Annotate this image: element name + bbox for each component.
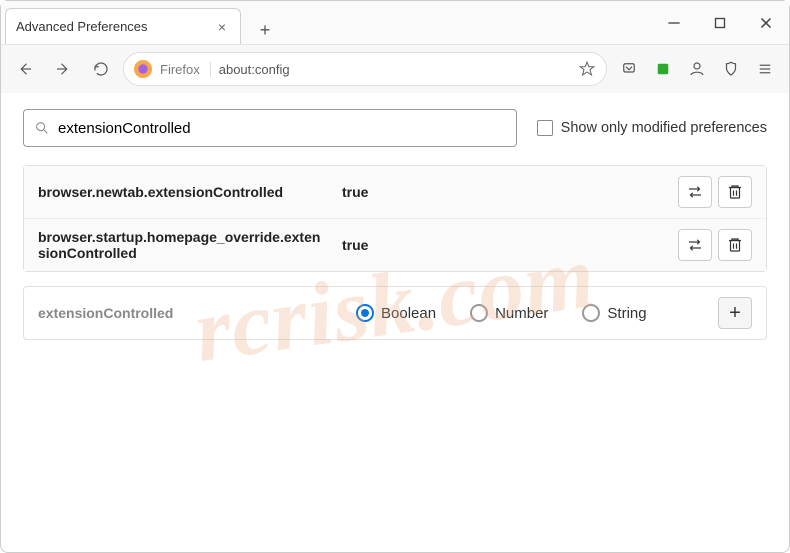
app-menu-button[interactable]	[749, 53, 781, 85]
search-input-wrapper	[23, 109, 517, 147]
radio-icon	[582, 304, 600, 322]
reload-icon	[92, 60, 110, 78]
checkbox-label: Show only modified preferences	[561, 120, 767, 136]
close-window-button[interactable]	[743, 1, 789, 44]
delete-button[interactable]	[718, 176, 752, 208]
minimize-icon	[665, 14, 683, 32]
swap-icon	[686, 236, 704, 254]
toggle-button[interactable]	[678, 176, 712, 208]
pocket-button[interactable]	[613, 53, 645, 85]
back-button[interactable]	[9, 53, 41, 85]
pref-row: browser.startup.homepage_override.extens…	[24, 218, 766, 271]
pocket-icon	[620, 60, 638, 78]
tab-title: Advanced Preferences	[16, 19, 148, 34]
hamburger-icon	[756, 60, 774, 78]
search-icon	[34, 120, 50, 136]
reload-button[interactable]	[85, 53, 117, 85]
account-icon	[688, 60, 706, 78]
minimize-window-button[interactable]	[651, 1, 697, 44]
trash-icon	[726, 236, 744, 254]
search-input[interactable]	[58, 120, 506, 137]
close-tab-icon[interactable]: ×	[214, 19, 230, 35]
swap-icon	[686, 183, 704, 201]
urlbar-address: about:config	[219, 62, 290, 77]
arrow-left-icon	[16, 60, 34, 78]
pref-name: browser.newtab.extensionControlled	[38, 184, 328, 200]
show-modified-checkbox[interactable]: Show only modified preferences	[537, 120, 767, 136]
urlbar[interactable]: Firefox about:config	[123, 52, 607, 86]
type-radio-string[interactable]: String	[582, 304, 646, 322]
add-pref-button[interactable]: +	[718, 297, 752, 329]
shield-button[interactable]	[715, 53, 747, 85]
extension-button[interactable]	[647, 53, 679, 85]
browser-tab[interactable]: Advanced Preferences ×	[5, 8, 241, 44]
maximize-icon	[711, 14, 729, 32]
puzzle-icon	[654, 60, 672, 78]
results-list: browser.newtab.extensionControlled true …	[23, 165, 767, 272]
trash-icon	[726, 183, 744, 201]
checkbox-icon	[537, 120, 553, 136]
radio-icon	[356, 304, 374, 322]
firefox-logo-icon	[134, 60, 152, 78]
delete-button[interactable]	[718, 229, 752, 261]
type-radio-number[interactable]: Number	[470, 304, 548, 322]
account-button[interactable]	[681, 53, 713, 85]
shield-icon	[722, 60, 740, 78]
toggle-button[interactable]	[678, 229, 712, 261]
new-pref-name: extensionControlled	[38, 305, 328, 321]
star-icon[interactable]	[578, 60, 596, 78]
type-radio-boolean[interactable]: Boolean	[356, 304, 436, 322]
pref-row: browser.newtab.extensionControlled true	[24, 166, 766, 218]
radio-label: Boolean	[381, 305, 436, 322]
new-tab-button[interactable]: +	[251, 16, 279, 44]
radio-icon	[470, 304, 488, 322]
urlbar-identity-label: Firefox	[160, 62, 211, 77]
pref-value: true	[342, 237, 664, 253]
radio-label: Number	[495, 305, 548, 322]
pref-name: browser.startup.homepage_override.extens…	[38, 229, 328, 261]
radio-label: String	[607, 305, 646, 322]
new-pref-row: extensionControlled Boolean Number Strin…	[23, 286, 767, 340]
pref-value: true	[342, 184, 664, 200]
arrow-right-icon	[54, 60, 72, 78]
close-icon	[757, 14, 775, 32]
maximize-window-button[interactable]	[697, 1, 743, 44]
forward-button[interactable]	[47, 53, 79, 85]
